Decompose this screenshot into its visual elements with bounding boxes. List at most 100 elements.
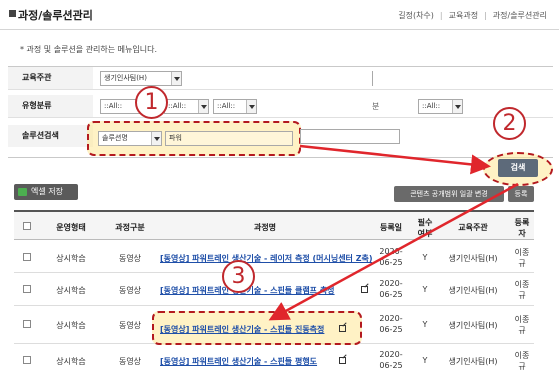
step-number-3: 3	[222, 260, 255, 293]
row-checkbox[interactable]	[23, 285, 31, 293]
popup-icon[interactable]	[339, 325, 346, 332]
chevron-down-icon	[151, 132, 161, 145]
row-author: 이종	[514, 315, 530, 324]
row-author: 이종	[514, 280, 530, 289]
row-author-2: 규	[518, 326, 526, 335]
row-required: Y	[422, 320, 428, 329]
type-select-4-value: ::All::	[422, 102, 441, 110]
row-category: 동영상	[118, 286, 142, 295]
row-date-2: 06-25	[379, 258, 403, 267]
breadcrumb-item[interactable]: 길정(차수)	[398, 11, 434, 20]
row-org: 생기인사팀(H)	[448, 321, 498, 330]
excel-save-button[interactable]: 엑셀 저장	[14, 184, 78, 200]
org-label: 교육주관	[8, 67, 93, 89]
row-required: Y	[422, 253, 428, 262]
type-select-3[interactable]: ::All::	[213, 99, 257, 114]
row-course-link[interactable]: [동영상] 파워트레인 생산기술 - 스핀들 평행도	[160, 356, 340, 367]
step-number-2: 2	[493, 107, 526, 140]
row-category: 동영상	[118, 321, 142, 330]
row-type: 상시학습	[56, 321, 86, 330]
org-select-value: 생기인사팀(H)	[104, 74, 147, 82]
row-author: 이종	[514, 248, 530, 257]
col-required: 필수	[417, 218, 433, 227]
type-select-3-value: ::All::	[217, 102, 236, 110]
col-org: 교육주관	[458, 223, 488, 232]
row-required: Y	[422, 285, 428, 294]
row-type: 상시학습	[56, 286, 86, 295]
breadcrumb-item[interactable]: 과정/솔루션관리	[493, 11, 547, 20]
row-org: 생기인사팀(H)	[448, 357, 498, 366]
chevron-down-icon	[198, 100, 208, 113]
row-date: 2020-	[379, 350, 403, 359]
col-type: 운영형태	[56, 223, 86, 232]
page-title: 과정/솔루션관리	[18, 9, 93, 22]
solution-keyword-input[interactable]: 파워	[165, 131, 293, 146]
chevron-down-icon	[452, 100, 462, 113]
col-author-2: 자	[518, 229, 526, 238]
row-org: 생기인사팀(H)	[448, 286, 498, 295]
select-all-checkbox[interactable]	[23, 222, 31, 230]
col-date: 등록일	[379, 223, 403, 232]
solution-field-select[interactable]: 솔루션명	[98, 131, 162, 146]
popup-icon[interactable]	[339, 357, 346, 364]
type-select-2-value: ::All::	[168, 102, 187, 110]
solution-keyword-value: 파워	[169, 134, 182, 142]
row-author-2: 규	[518, 291, 526, 300]
col-author: 등록	[514, 218, 530, 227]
solution-field-value: 솔루션명	[102, 134, 128, 142]
highlight-course-link: [동영상] 파워트레인 생산기술 - 스핀들 진동측정	[152, 311, 362, 345]
row-date: 2020-	[379, 279, 403, 288]
row-checkbox[interactable]	[23, 253, 31, 261]
org-select[interactable]: 생기인사팀(H)	[100, 71, 182, 86]
row-type: 상시학습	[56, 254, 86, 263]
table-row: 상시학습 동영상 [동영상] 파워트레인 생산기술 - 스핀들 클램프 측정 2…	[14, 273, 534, 306]
breadcrumb-item[interactable]: 교육과정	[449, 11, 478, 20]
row-required: Y	[422, 356, 428, 365]
page-description: * 과정 및 솔루션을 관리하는 메뉴입니다.	[20, 45, 158, 54]
col-required-2: 여부	[417, 229, 433, 238]
row-author: 이종	[514, 351, 530, 360]
row-date-2: 06-25	[379, 325, 403, 334]
type-select-2[interactable]: ::All::	[164, 99, 209, 114]
step-number-1: 1	[135, 86, 168, 119]
row-course-link[interactable]: [동영상] 파워트레인 생산기술 - 스핀들 진동측정	[160, 324, 332, 335]
form-row-org: 교육주관 생기인사팀(H)	[8, 67, 553, 90]
solution-label: 솔루션검색	[8, 125, 93, 147]
chevron-down-icon	[246, 100, 256, 113]
search-button[interactable]: 검색	[498, 159, 538, 177]
page-header: 과정/솔루션관리 길정(차수) | 교육과정 | 과정/솔루션관리	[0, 0, 559, 30]
row-date-2: 06-25	[379, 290, 403, 299]
table-row: 상시학습 동영상 [동영상] 파워트레인 생산기술 - 레이저 측정 (머시닝센…	[14, 242, 534, 273]
chevron-down-icon	[171, 72, 181, 85]
form-row-type: 유형분류 ::All:: ::All:: ::All:: 분 ::All::	[8, 95, 553, 118]
type-extra-label: 분	[372, 102, 380, 111]
row-course-link[interactable]: [동영상] 파워트레인 생산기술 - 스핀들 클램프 측정	[160, 285, 365, 296]
breadcrumb: 길정(차수) | 교육과정 | 과정/솔루션관리	[398, 11, 547, 20]
col-name: 과정명	[253, 223, 277, 232]
public-range-button[interactable]: 콘텐츠 공개범위 일괄 변경	[394, 186, 504, 202]
row-category: 동영상	[118, 254, 142, 263]
row-date: 2020-	[379, 247, 403, 256]
row-author-2: 규	[518, 362, 526, 371]
excel-icon	[18, 188, 27, 196]
popup-icon[interactable]	[361, 286, 368, 293]
row-date: 2020-	[379, 314, 403, 323]
title-square-icon	[9, 10, 16, 17]
row-org: 생기인사팀(H)	[448, 254, 498, 263]
table-row: 상시학습 동영상 [동영상] 파워트레인 생산기술 - 스핀들 평행도 2020…	[14, 344, 534, 377]
type-select-4[interactable]: ::All::	[418, 99, 463, 114]
row-type: 상시학습	[56, 357, 86, 366]
row-checkbox[interactable]	[23, 320, 31, 328]
register-button[interactable]: 등록	[508, 186, 534, 202]
row-date-2: 06-25	[379, 361, 403, 370]
type-select-1-value: ::All::	[104, 102, 123, 110]
col-category: 과정구분	[115, 223, 145, 232]
row-category: 동영상	[118, 357, 142, 366]
row-checkbox[interactable]	[23, 356, 31, 364]
row-course-link[interactable]: [동영상] 파워트레인 생산기술 - 레이저 측정 (머시닝센터 Z축)	[160, 253, 372, 264]
highlight-solution-search: 솔루션명 파워	[87, 121, 301, 156]
type-label: 유형분류	[8, 95, 93, 117]
solution-extra-input[interactable]	[300, 129, 400, 144]
table-header: 운영형태 과정구분 과정명 등록일 필수 여부 교육주관 등록 자	[14, 210, 534, 240]
org-side-field	[372, 71, 550, 86]
